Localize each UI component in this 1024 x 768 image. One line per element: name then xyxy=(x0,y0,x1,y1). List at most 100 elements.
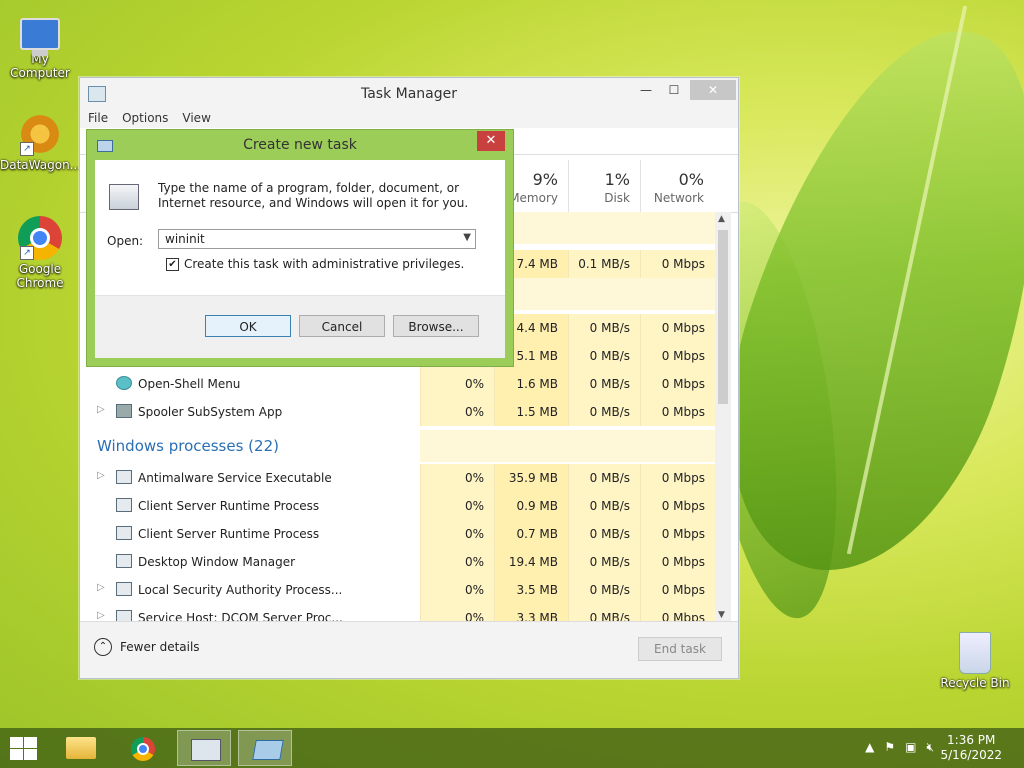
desktop-icon-label: My Computer xyxy=(10,52,70,80)
cpu-cell: 0% xyxy=(420,604,494,622)
cpu-cell: 0% xyxy=(420,520,494,548)
desktop-icon-datawagon[interactable]: ↗ DataWagon... xyxy=(0,112,81,172)
action-center-flag-icon[interactable]: ⚑ xyxy=(884,740,895,755)
expand-arrow-icon[interactable]: ▷ xyxy=(97,582,105,593)
cancel-button[interactable]: Cancel xyxy=(299,315,385,337)
recycle-bin-icon xyxy=(959,632,991,674)
disk-label: Disk xyxy=(604,191,630,205)
open-shell-icon xyxy=(116,376,132,390)
table-row[interactable]: Client Server Runtime Process 0% 0.7 MB … xyxy=(80,520,715,548)
process-icon xyxy=(116,470,132,484)
disk-cell: 0 MB/s xyxy=(568,492,640,520)
table-row[interactable]: ▷ Service Host: DCOM Server Proc... 0% 3… xyxy=(80,604,715,622)
printer-icon xyxy=(116,404,132,418)
cpu-cell: 0% xyxy=(420,464,494,492)
menu-view[interactable]: View xyxy=(182,111,210,125)
chevron-up-icon: ⌃ xyxy=(94,638,112,656)
network-cell: 0 Mbps xyxy=(640,576,715,604)
scroll-thumb[interactable] xyxy=(718,230,728,404)
table-row[interactable]: ▷ Spooler SubSystem App 0% 1.5 MB 0 MB/s… xyxy=(80,398,715,426)
table-row[interactable]: ▷ Antimalware Service Executable 0% 35.9… xyxy=(80,464,715,492)
desktop-icon-recycle-bin[interactable]: Recycle Bin xyxy=(935,632,1015,690)
process-icon xyxy=(116,554,132,568)
volume-muted-icon[interactable]: 🔇︎ xyxy=(926,740,934,755)
memory-cell: 0.9 MB xyxy=(494,492,568,520)
desktop-icon-my-computer[interactable]: My Computer xyxy=(0,10,80,80)
dialog-body: Type the name of a program, folder, docu… xyxy=(95,160,505,358)
taskbar-chrome[interactable] xyxy=(116,730,170,766)
close-button[interactable]: ✕ xyxy=(690,80,736,100)
network-cell: 0 Mbps xyxy=(640,604,715,622)
menu-file[interactable]: File xyxy=(88,111,108,125)
cpu-cell: 0% xyxy=(420,398,494,426)
cpu-cell: 0% xyxy=(420,548,494,576)
fewer-details-label: Fewer details xyxy=(120,640,200,654)
column-network[interactable]: 0% Network xyxy=(640,160,714,212)
taskbar-run-dialog[interactable] xyxy=(238,730,292,766)
dialog-message: Type the name of a program, folder, docu… xyxy=(158,181,469,210)
admin-checkbox[interactable]: ✔ Create this task with administrative p… xyxy=(166,257,464,271)
open-combobox[interactable]: wininit ▼ xyxy=(158,229,476,249)
disk-cell: 0 MB/s xyxy=(568,464,640,492)
menu-options[interactable]: Options xyxy=(122,111,168,125)
title-bar[interactable]: Task Manager — ☐ ✕ xyxy=(80,78,738,108)
browse-button[interactable]: Browse... xyxy=(393,315,479,337)
task-manager-icon xyxy=(191,739,221,761)
minimize-button[interactable]: — xyxy=(632,80,660,100)
dialog-title-bar[interactable]: Create new task ✕ xyxy=(87,130,513,160)
process-icon xyxy=(116,582,132,596)
network-total: 0% xyxy=(678,170,704,189)
dialog-title: Create new task xyxy=(243,137,357,153)
cpu-cell: 0% xyxy=(420,576,494,604)
expand-arrow-icon[interactable]: ▷ xyxy=(97,610,105,621)
network-icon[interactable]: ▣ xyxy=(905,740,916,755)
ok-button[interactable]: OK xyxy=(205,315,291,337)
taskbar-file-explorer[interactable] xyxy=(54,730,108,766)
fewer-details-button[interactable]: ⌃ Fewer details xyxy=(94,638,200,656)
maximize-button[interactable]: ☐ xyxy=(660,80,688,100)
group-header[interactable]: Windows processes (22) xyxy=(80,430,715,462)
start-button[interactable] xyxy=(8,736,38,760)
menu-bar: File Options View xyxy=(80,108,738,128)
expand-arrow-icon[interactable]: ▷ xyxy=(97,470,105,481)
table-row[interactable]: ▷ Local Security Authority Process... 0%… xyxy=(80,576,715,604)
checkmark-icon[interactable]: ✔ xyxy=(166,257,179,271)
group-title: Windows processes (22) xyxy=(97,437,279,455)
end-task-button[interactable]: End task xyxy=(638,637,722,661)
memory-cell: 0.7 MB xyxy=(494,520,568,548)
vertical-scrollbar[interactable]: ▲ ▼ xyxy=(715,212,731,622)
show-hidden-icons-icon[interactable]: ▲ xyxy=(865,740,874,755)
memory-cell: 19.4 MB xyxy=(494,548,568,576)
process-name: Spooler SubSystem App xyxy=(138,405,283,419)
table-row[interactable]: Client Server Runtime Process 0% 0.9 MB … xyxy=(80,492,715,520)
desktop-icon-google-chrome[interactable]: ↗ Google Chrome xyxy=(0,216,80,290)
network-cell: 0 Mbps xyxy=(640,492,715,520)
expand-arrow-icon[interactable]: ▷ xyxy=(97,404,105,415)
table-row[interactable]: Desktop Window Manager 0% 19.4 MB 0 MB/s… xyxy=(80,548,715,576)
disk-cell: 0 MB/s xyxy=(568,398,640,426)
computer-icon xyxy=(20,18,60,56)
disk-total: 1% xyxy=(604,170,630,189)
scroll-down-icon[interactable]: ▼ xyxy=(718,610,725,620)
network-label: Network xyxy=(653,191,704,205)
table-row[interactable]: Open-Shell Menu 0% 1.6 MB 0 MB/s 0 Mbps xyxy=(80,370,715,398)
clock-time: 1:36 PM xyxy=(947,733,996,747)
taskbar: ▲ ⚑ ▣ 🔇︎ 1:36 PM 5/16/2022 xyxy=(0,728,1024,768)
cpu-cell: 0% xyxy=(420,370,494,398)
open-input-value[interactable]: wininit xyxy=(165,232,205,246)
memory-cell: 1.6 MB xyxy=(494,370,568,398)
disk-cell: 0 MB/s xyxy=(568,548,640,576)
network-cell: 0 Mbps xyxy=(640,342,715,370)
column-disk[interactable]: 1% Disk xyxy=(568,160,640,212)
network-cell: 0 Mbps xyxy=(640,548,715,576)
run-program-icon xyxy=(109,184,139,210)
desktop-icon-label: Google Chrome xyxy=(16,262,64,290)
scroll-up-icon[interactable]: ▲ xyxy=(718,214,725,224)
desktop-icon-label: Recycle Bin xyxy=(940,676,1010,690)
chevron-down-icon[interactable]: ▼ xyxy=(463,232,471,243)
dialog-close-button[interactable]: ✕ xyxy=(477,131,505,151)
process-name: Client Server Runtime Process xyxy=(138,499,320,513)
chrome-icon xyxy=(131,737,155,761)
taskbar-task-manager[interactable] xyxy=(177,730,231,766)
clock[interactable]: 1:36 PM 5/16/2022 xyxy=(940,733,1002,763)
